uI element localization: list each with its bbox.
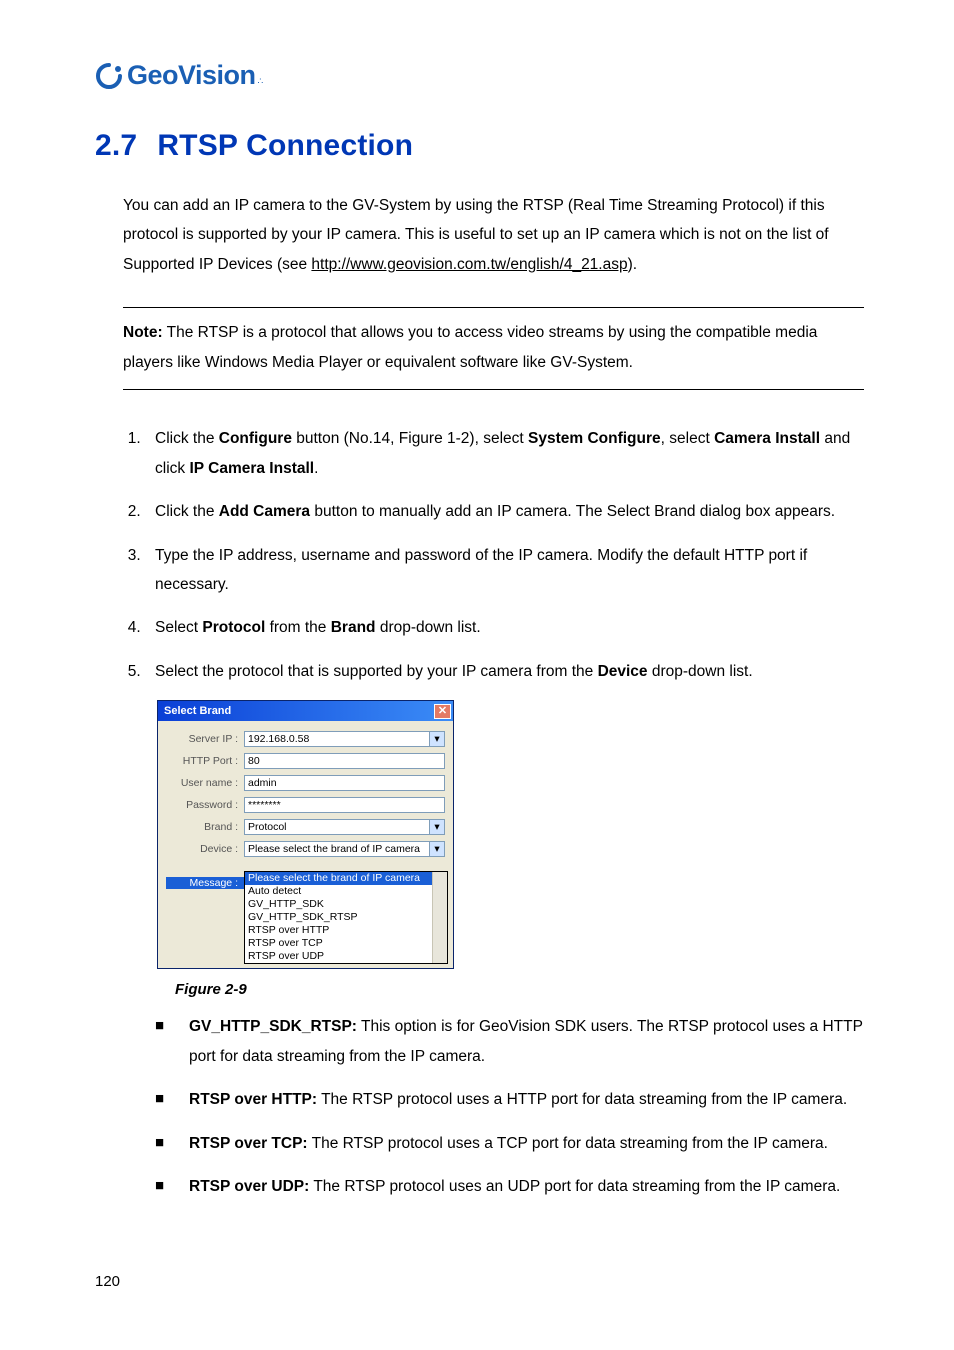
brand-label: Brand : — [166, 821, 244, 833]
bullet-rtsp-over-udp: RTSP over UDP: The RTSP protocol uses an… — [155, 1172, 864, 1201]
dialog-body: Server IP : 192.168.0.58 ▾ HTTP Port : 8… — [158, 721, 453, 968]
chevron-down-icon[interactable]: ▾ — [429, 820, 444, 834]
section-heading: 2.7 RTSP Connection — [95, 129, 864, 163]
bullet-rtsp-over-tcp: RTSP over TCP: The RTSP protocol uses a … — [155, 1129, 864, 1158]
close-icon[interactable]: ✕ — [434, 704, 451, 719]
supported-devices-link[interactable]: http://www.geovision.com.tw/english/4_21… — [311, 256, 627, 273]
http-port-input[interactable]: 80 — [244, 753, 445, 769]
dialog-titlebar: Select Brand ✕ — [158, 701, 453, 721]
scrollbar[interactable] — [432, 872, 447, 963]
step-1: Click the Configure button (No.14, Figur… — [145, 424, 864, 483]
note-box: Note: The RTSP is a protocol that allows… — [123, 307, 864, 390]
note-text: The RTSP is a protocol that allows you t… — [123, 324, 817, 370]
bullet-gv-http-sdk-rtsp: GV_HTTP_SDK_RTSP: This option is for Geo… — [155, 1012, 864, 1071]
figure-select-brand: Select Brand ✕ Server IP : 192.168.0.58 … — [157, 700, 864, 969]
chevron-down-icon[interactable]: ▾ — [429, 842, 444, 856]
brand-logo: GeoVision ∴ — [95, 60, 864, 91]
logo-suffix-icon: ∴ — [258, 76, 264, 87]
figure-caption: Figure 2-9 — [175, 981, 864, 998]
message-label: Message : — [166, 877, 244, 889]
step-2: Click the Add Camera button to manually … — [145, 497, 864, 526]
device-options-list[interactable]: Please select the brand of IP camera Aut… — [244, 871, 448, 964]
user-name-input[interactable]: admin — [244, 775, 445, 791]
logo-mark-icon — [95, 62, 123, 90]
device-label: Device : — [166, 843, 244, 855]
device-option[interactable]: RTSP over UDP — [245, 950, 447, 963]
step-3: Type the IP address, username and passwo… — [145, 541, 864, 600]
brand-name: GeoVision — [127, 60, 256, 91]
chevron-down-icon[interactable]: ▾ — [429, 732, 444, 746]
page-number: 120 — [95, 1273, 120, 1290]
user-name-label: User name : — [166, 777, 244, 789]
section-number: 2.7 — [95, 129, 137, 162]
password-input[interactable]: ******** — [244, 797, 445, 813]
intro-text-after: ). — [628, 256, 637, 273]
steps-list: Click the Configure button (No.14, Figur… — [123, 424, 864, 686]
intro-paragraph: You can add an IP camera to the GV-Syste… — [123, 191, 864, 279]
device-select[interactable]: Please select the brand of IP camera ▾ — [244, 841, 445, 857]
step-5: Select the protocol that is supported by… — [145, 657, 864, 686]
server-ip-label: Server IP : — [166, 733, 244, 745]
select-brand-dialog: Select Brand ✕ Server IP : 192.168.0.58 … — [157, 700, 454, 969]
section-title-text: RTSP Connection — [157, 129, 413, 162]
device-option[interactable]: GV_HTTP_SDK_RTSP — [245, 911, 447, 924]
dialog-title-text: Select Brand — [164, 705, 231, 717]
protocol-descriptions: GV_HTTP_SDK_RTSP: This option is for Geo… — [155, 1012, 864, 1201]
device-option[interactable]: Please select the brand of IP camera — [245, 872, 447, 885]
http-port-label: HTTP Port : — [166, 755, 244, 767]
device-option[interactable]: Auto detect — [245, 885, 447, 898]
step-4: Select Protocol from the Brand drop-down… — [145, 613, 864, 642]
brand-select[interactable]: Protocol ▾ — [244, 819, 445, 835]
note-label: Note: — [123, 324, 163, 341]
bullet-rtsp-over-http: RTSP over HTTP: The RTSP protocol uses a… — [155, 1085, 864, 1114]
device-option[interactable]: RTSP over HTTP — [245, 924, 447, 937]
password-label: Password : — [166, 799, 244, 811]
device-option[interactable]: GV_HTTP_SDK — [245, 898, 447, 911]
device-option[interactable]: RTSP over TCP — [245, 937, 447, 950]
server-ip-input[interactable]: 192.168.0.58 ▾ — [244, 731, 445, 747]
